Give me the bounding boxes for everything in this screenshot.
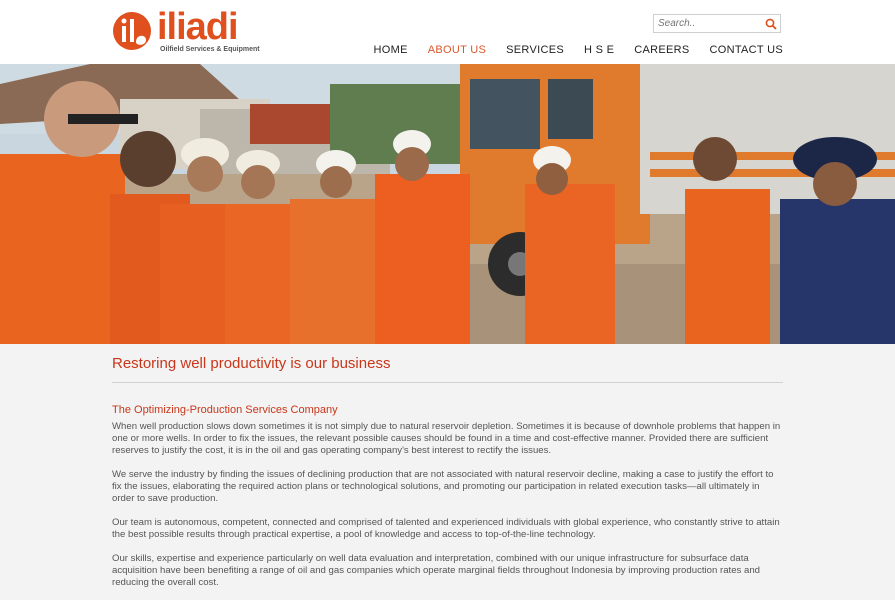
paragraph-2: We serve the industry by finding the iss… [112,469,774,504]
nav-careers[interactable]: CAREERS [634,44,689,56]
nav-contact-us[interactable]: CONTACT US [710,44,784,56]
nav-services[interactable]: SERVICES [506,44,564,56]
site-header: iliadi Oilfield Services & Equipment HOM… [0,0,895,64]
brand-tagline: Oilfield Services & Equipment [160,46,260,53]
logo[interactable]: iliadi Oilfield Services & Equipment [112,6,262,57]
main-nav: HOME ABOUT US SERVICES H S E CAREERS CON… [354,44,784,56]
nav-home[interactable]: HOME [374,44,408,56]
nav-about-us[interactable]: ABOUT US [428,44,486,56]
hero-image [0,64,895,344]
section-title: The Optimizing-Production Services Compa… [112,404,338,416]
paragraph-3: Our team is autonomous, competent, conne… [112,517,780,540]
brand-name: iliadi [157,6,239,48]
iliadi-logo-icon [113,12,151,50]
nav-hse[interactable]: H S E [584,44,614,56]
search-icon[interactable] [765,18,777,30]
divider [112,382,783,383]
page-title: Restoring well productivity is our busin… [112,355,391,372]
search-box [653,14,781,33]
paragraph-4: Our skills, expertise and experience par… [112,553,760,588]
paragraph-1: When well production slows down sometime… [112,421,781,456]
workers-photo [0,64,895,344]
search-input[interactable] [658,16,762,31]
